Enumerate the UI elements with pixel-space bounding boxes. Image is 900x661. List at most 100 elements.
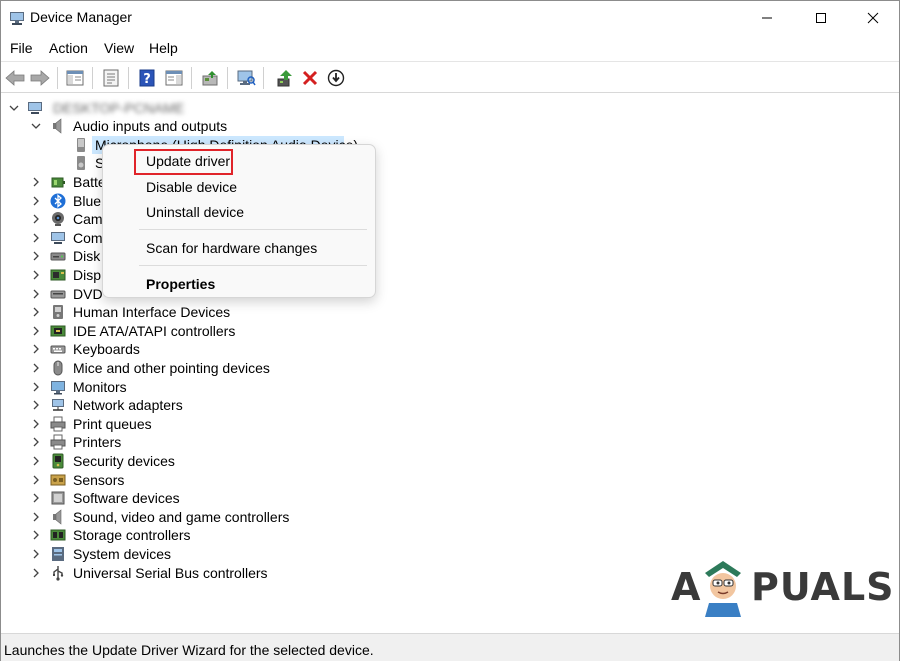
- maximize-button[interactable]: [795, 1, 847, 35]
- chevron-right-icon[interactable]: [30, 474, 42, 486]
- download-driver-button[interactable]: [325, 67, 347, 89]
- minimize-button[interactable]: [741, 1, 793, 35]
- chevron-right-icon[interactable]: [30, 176, 42, 188]
- chevron-right-icon[interactable]: [30, 306, 42, 318]
- chevron-right-icon[interactable]: [30, 418, 42, 430]
- tree-category[interactable]: Monitors: [1, 378, 321, 396]
- category-label: Cam: [73, 211, 103, 227]
- forward-button[interactable]: [29, 67, 51, 89]
- category-label: Com: [73, 230, 103, 246]
- menu-view[interactable]: View: [104, 40, 134, 56]
- computer-icon: [51, 232, 65, 244]
- ctx-uninstall-device[interactable]: Uninstall device: [146, 204, 244, 220]
- chevron-down-icon: [9, 105, 19, 111]
- chevron-right-icon[interactable]: [30, 250, 42, 262]
- menu-help[interactable]: Help: [149, 40, 178, 56]
- forward-arrow-icon: [30, 70, 50, 86]
- chevron-right-icon[interactable]: [30, 492, 42, 504]
- microphone-device-icon: [77, 138, 85, 152]
- tree-root[interactable]: DESKTOP-PCNAME: [1, 99, 301, 117]
- update-driver-software-button[interactable]: [199, 67, 221, 89]
- keyboard-icon: [50, 345, 66, 354]
- back-button[interactable]: [4, 67, 26, 89]
- tree-category[interactable]: Universal Serial Bus controllers: [1, 564, 321, 582]
- tree-category[interactable]: IDE ATA/ATAPI controllers: [1, 322, 321, 340]
- device-manager-window: Device Manager File Action View Help ? D…: [0, 0, 900, 661]
- chevron-right-icon[interactable]: [30, 213, 42, 225]
- computer-icon: [28, 102, 42, 114]
- tree-category[interactable]: Security devices: [1, 452, 321, 470]
- menu-action[interactable]: Action: [49, 40, 88, 56]
- title-bar[interactable]: Device Manager: [1, 1, 899, 35]
- chevron-down-icon: [31, 123, 41, 129]
- category-label: IDE ATA/ATAPI controllers: [73, 323, 236, 339]
- mascot-logo-icon: [705, 561, 741, 617]
- tree-category[interactable]: Software devices: [1, 489, 321, 507]
- chevron-right-icon[interactable]: [30, 343, 42, 355]
- uninstall-device-button[interactable]: [299, 67, 321, 89]
- category-label: Human Interface Devices: [73, 304, 231, 320]
- tree-category[interactable]: Sensors: [1, 471, 321, 489]
- chevron-right-icon[interactable]: [30, 455, 42, 467]
- network-adapter-icon: [52, 399, 64, 411]
- ctx-properties[interactable]: Properties: [146, 276, 215, 292]
- help-button[interactable]: ?: [136, 67, 158, 89]
- device-manager-app-icon: [10, 12, 24, 25]
- tree-category[interactable]: Sound, video and game controllers: [1, 508, 321, 526]
- tree-category[interactable]: Keyboards: [1, 340, 321, 358]
- usb-controller-icon: [53, 566, 64, 581]
- chevron-right-icon[interactable]: [30, 567, 42, 579]
- sensor-icon: [50, 474, 66, 486]
- software-device-icon: [51, 491, 65, 505]
- ctx-scan-hardware[interactable]: Scan for hardware changes: [146, 240, 317, 256]
- chevron-right-icon[interactable]: [30, 288, 42, 300]
- chevron-right-icon[interactable]: [30, 232, 42, 244]
- chevron-right-icon[interactable]: [30, 381, 42, 393]
- category-label: Security devices: [73, 453, 175, 469]
- category-label: Mice and other pointing devices: [73, 360, 270, 376]
- speaker-device-icon: [77, 156, 85, 170]
- toolbar-separator: [128, 67, 129, 89]
- chevron-right-icon[interactable]: [30, 529, 42, 541]
- ctx-update-driver[interactable]: Update driver: [146, 153, 230, 169]
- category-label: Universal Serial Bus controllers: [73, 565, 268, 581]
- chevron-right-icon[interactable]: [30, 325, 42, 337]
- enable-device-button[interactable]: [274, 67, 296, 89]
- tree-category[interactable]: Network adapters: [1, 396, 321, 414]
- chevron-right-icon[interactable]: [30, 548, 42, 560]
- sound-controller-icon: [53, 509, 62, 525]
- category-label: Sound, video and game controllers: [73, 509, 290, 525]
- category-label: Disk: [73, 248, 101, 264]
- ctx-disable-device[interactable]: Disable device: [146, 179, 237, 195]
- show-hide-console-tree-button[interactable]: [64, 67, 86, 89]
- toolbar-separator: [57, 67, 58, 89]
- display-adapter-icon: [50, 269, 66, 281]
- chevron-right-icon[interactable]: [30, 362, 42, 374]
- chevron-right-icon[interactable]: [30, 399, 42, 411]
- tree-category[interactable]: Print queues: [1, 415, 321, 433]
- menu-bar: File Action View Help: [1, 37, 899, 59]
- menu-file[interactable]: File: [10, 40, 33, 56]
- action-pane-button[interactable]: [163, 67, 185, 89]
- tree-category[interactable]: Mice and other pointing devices: [1, 359, 321, 377]
- chevron-right-icon[interactable]: [30, 511, 42, 523]
- chevron-right-icon[interactable]: [30, 269, 42, 281]
- chevron-right-icon[interactable]: [30, 195, 42, 207]
- back-arrow-icon: [5, 70, 25, 86]
- tree-category[interactable]: Human Interface Devices: [1, 303, 321, 321]
- category-label: Software devices: [73, 490, 180, 506]
- minimize-icon: [762, 17, 772, 19]
- close-button[interactable]: [847, 1, 899, 35]
- tree-category[interactable]: System devices: [1, 545, 321, 563]
- chevron-right-icon[interactable]: [30, 436, 42, 448]
- window-title: Device Manager: [30, 9, 132, 25]
- toolbar-separator: [191, 67, 192, 89]
- scan-hardware-button[interactable]: [235, 67, 257, 89]
- tree-category[interactable]: Printers: [1, 433, 321, 451]
- properties-button[interactable]: [100, 67, 122, 89]
- toolbar-separator: [227, 67, 228, 89]
- uninstall-device-icon: [302, 70, 318, 86]
- tree-category[interactable]: Storage controllers: [1, 526, 321, 544]
- tree-category-audio[interactable]: Audio inputs and outputs: [1, 117, 301, 135]
- toolbar-separator: [92, 67, 93, 89]
